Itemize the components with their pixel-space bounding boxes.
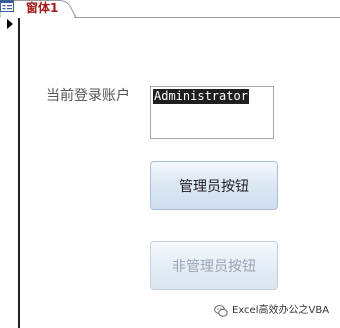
wechat-icon <box>214 305 228 317</box>
tab-strip-divider <box>74 17 340 18</box>
non-admin-button[interactable]: 非管理员按钮 <box>150 241 278 290</box>
current-user-textbox[interactable]: Administrator <box>150 86 274 139</box>
form-icon <box>0 0 14 12</box>
admin-button[interactable]: 管理员按钮 <box>150 161 278 210</box>
watermark: Excel高效办公之VBA <box>214 304 329 318</box>
document-tab-strip: 窗体1 <box>0 0 340 18</box>
tab-title: 窗体1 <box>26 1 59 15</box>
tab-form1[interactable]: 窗体1 <box>0 0 76 18</box>
record-selector-bar <box>18 18 20 328</box>
record-selector-arrow-icon[interactable] <box>7 19 13 29</box>
watermark-text: Excel高效办公之VBA <box>232 305 330 316</box>
current-user-value: Administrator <box>153 89 249 104</box>
current-user-label: 当前登录账户 <box>46 88 130 104</box>
